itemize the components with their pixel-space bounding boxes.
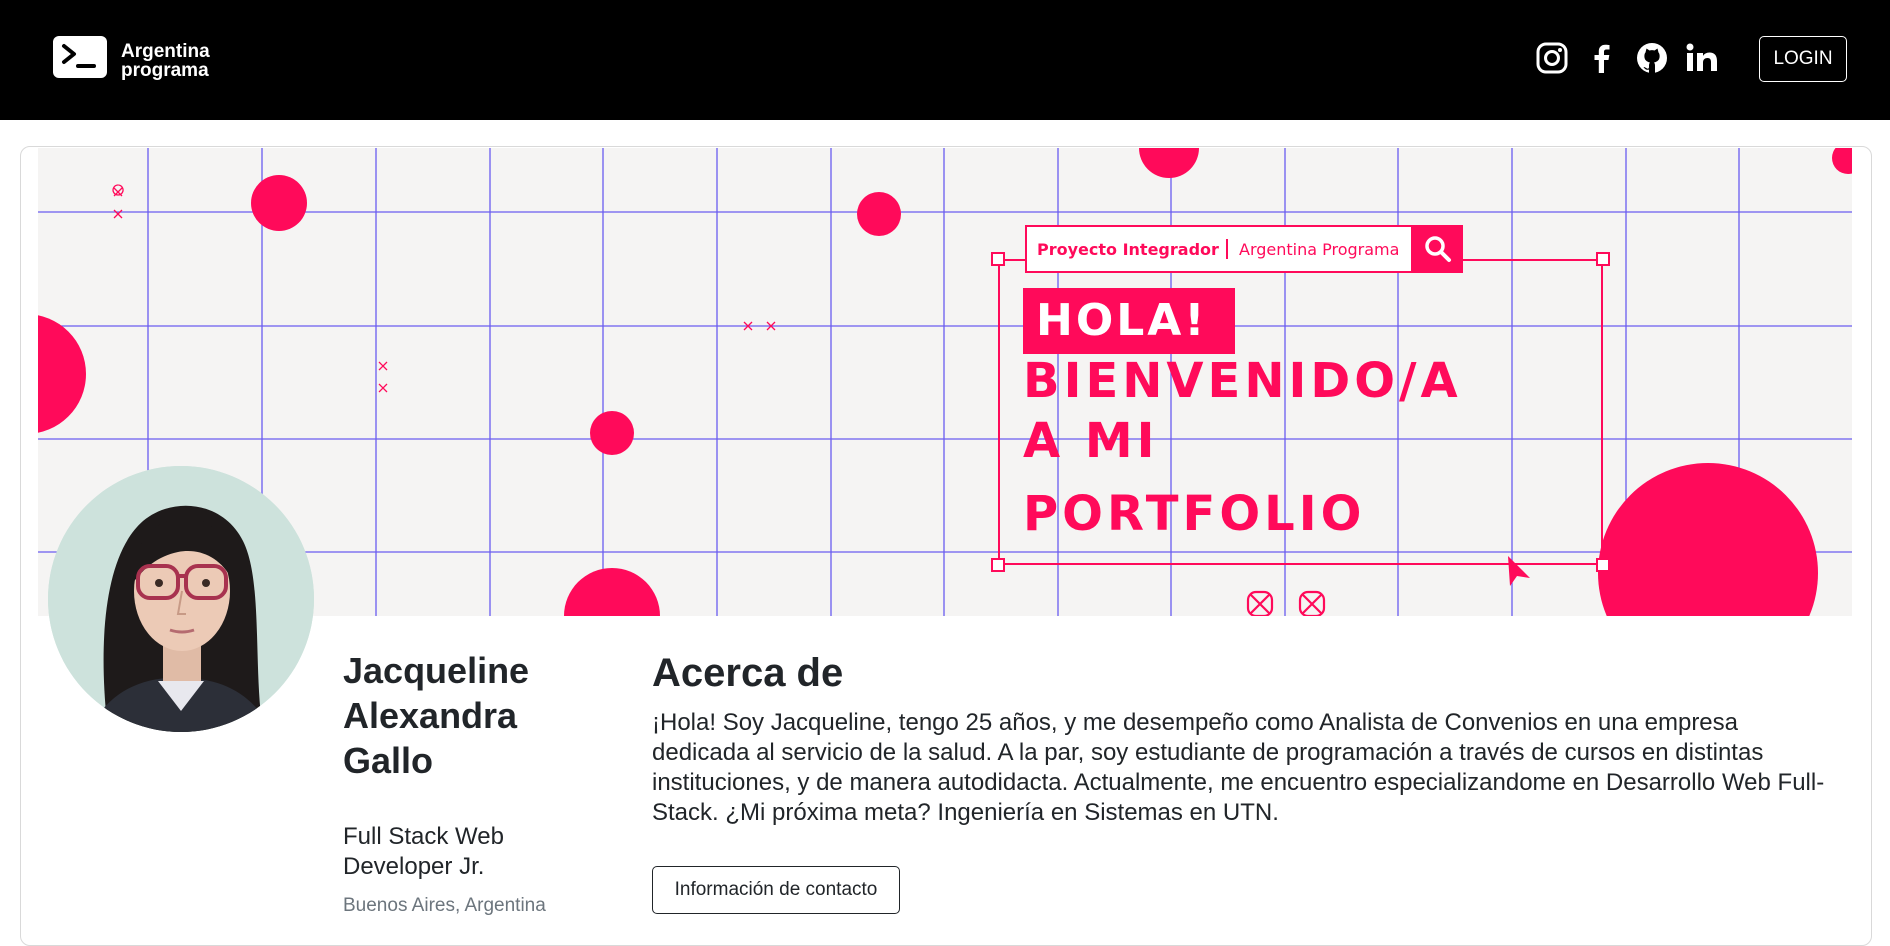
facebook-icon[interactable] [1584, 40, 1620, 76]
search-separator [1226, 239, 1228, 259]
portfolio-banner: Proyecto Integrador Argentina Programa H… [38, 148, 1852, 616]
name-line-1: Jacqueline [343, 650, 530, 691]
profile-role: Full Stack Web Developer Jr. [343, 822, 543, 882]
role-line-1: Full Stack Web [343, 823, 504, 850]
profile-name: Jacqueline Alexandra Gallo [343, 648, 563, 783]
search-icon [1413, 225, 1463, 273]
brand-line-1: Argentina [121, 41, 210, 62]
linkedin-icon[interactable] [1684, 40, 1720, 76]
banner-title-line-3: PORTFOLIO [1023, 486, 1366, 542]
frame-handle [1596, 252, 1610, 266]
contact-info-button[interactable]: Información de contacto [652, 866, 900, 914]
banner-greeting: HOLA! [1036, 295, 1208, 346]
login-button[interactable]: LOGIN [1759, 36, 1847, 82]
search-label-project: Proyecto Integrador [1037, 240, 1219, 259]
role-line-2: Developer Jr. [343, 853, 485, 880]
banner-search-bar: Proyecto Integrador Argentina Programa [1025, 225, 1413, 273]
about-heading: Acerca de [652, 651, 844, 695]
name-line-3: Gallo [343, 740, 434, 781]
profile-location: Buenos Aires, Argentina [343, 895, 546, 916]
frame-handle [991, 558, 1005, 572]
github-icon[interactable] [1634, 40, 1670, 76]
frame-handle [991, 252, 1005, 266]
profile-avatar [48, 466, 314, 732]
brand-line-2: programa [121, 60, 209, 81]
name-line-2: Alexandra [343, 695, 518, 736]
top-navbar: Argentina programa LOGIN [0, 0, 1890, 120]
instagram-icon[interactable] [1534, 40, 1570, 76]
about-text: ¡Hola! Soy Jacqueline, tengo 25 años, y … [652, 709, 1825, 826]
banner-title-line-2: A MI [1023, 413, 1159, 469]
brand-name: Argentina programa [121, 42, 210, 80]
frame-handle [1596, 558, 1610, 572]
terminal-prompt-icon [53, 36, 107, 78]
banner-title-line-1: BIENVENIDO/A [1023, 353, 1462, 409]
search-label-org: Argentina Programa [1239, 240, 1400, 259]
